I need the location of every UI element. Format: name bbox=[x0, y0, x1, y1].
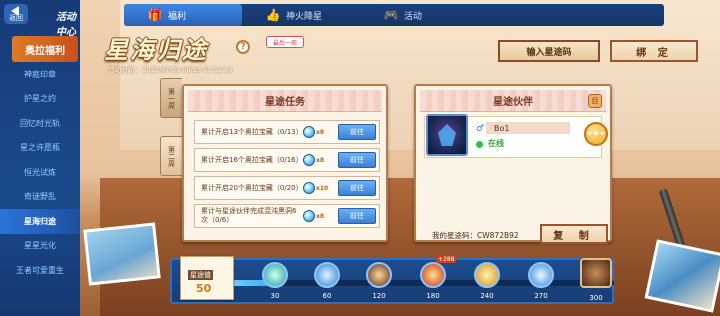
sidebar-item-6[interactable]: 奇谜野乱 bbox=[0, 185, 80, 210]
tab-welfare-label: 福利 bbox=[168, 11, 187, 22]
task-go-button[interactable]: 前往 bbox=[338, 152, 376, 168]
milestone-label: 120 bbox=[372, 292, 386, 300]
milestone-label: 240 bbox=[480, 292, 494, 300]
tab-activity[interactable]: 🎮 活动 bbox=[360, 4, 478, 26]
sidebar-item-star-sea[interactable]: 星海归途 bbox=[0, 209, 80, 234]
milestone-label: 270 bbox=[534, 292, 548, 300]
online-status-icon bbox=[476, 141, 483, 148]
milestone-label: 180 bbox=[426, 292, 440, 300]
partner-avatar bbox=[426, 114, 468, 156]
my-star-code-value: CW872B92 bbox=[477, 231, 519, 240]
task-go-button[interactable]: 前往 bbox=[338, 180, 376, 196]
my-star-code: 我的星途码：CW872B92 bbox=[432, 230, 519, 241]
gamepad-icon: 🎮 bbox=[383, 8, 399, 22]
mission-panel-title: 星途任务 bbox=[188, 90, 382, 112]
task-row: 累计开启13个奥拉宝藏（0/13） x8 前往 bbox=[194, 120, 380, 144]
sidebar-item-4[interactable]: 星之许愿瓶 bbox=[0, 136, 80, 161]
sidebar-item-1[interactable]: 神庭印章 bbox=[0, 62, 80, 87]
star-gem-icon bbox=[303, 210, 315, 222]
tab-welfare[interactable]: 🎁 福利 bbox=[124, 4, 242, 26]
task-text: 累计开启20个奥拉宝藏（0/20） bbox=[201, 183, 303, 192]
task-reward-count: x8 bbox=[316, 212, 325, 220]
activity-center-title: 活动中心 bbox=[56, 12, 76, 38]
week-1-tab[interactable]: 第一周 bbox=[160, 78, 182, 118]
reward-120-icon[interactable] bbox=[366, 262, 392, 288]
back-button[interactable]: 返回 bbox=[4, 4, 28, 24]
back-arrow-icon bbox=[11, 6, 19, 16]
activity-time-label: 活动时间： bbox=[108, 66, 141, 74]
progress-value: 50 bbox=[196, 282, 212, 295]
reward-60-icon[interactable] bbox=[314, 262, 340, 288]
task-reward-count: x8 bbox=[316, 128, 325, 136]
bonus-badge: +288 bbox=[436, 256, 457, 263]
copy-button[interactable]: 复 制 bbox=[540, 224, 608, 244]
sidebar-list: 奥拉福利 神庭印章 护星之约 回忆时光轨 星之许愿瓶 恒光试炼 奇谜野乱 星海归… bbox=[0, 36, 80, 283]
reward-300-icon[interactable] bbox=[580, 258, 612, 288]
milestone-label: 60 bbox=[322, 292, 332, 300]
task-row: 累计开启16个奥拉宝藏（0/16） x8 前往 bbox=[194, 148, 380, 172]
star-gem-icon bbox=[303, 182, 315, 194]
week-2-tab[interactable]: 第二周 bbox=[160, 136, 182, 176]
task-go-button[interactable]: 前往 bbox=[338, 124, 376, 140]
input-code-button[interactable]: 输入星途码 bbox=[498, 40, 600, 62]
sidebar-item-9[interactable]: 王者可爱重生 bbox=[0, 258, 80, 283]
record-book-icon[interactable]: 目 bbox=[588, 94, 602, 108]
reward-180-icon[interactable] bbox=[420, 262, 446, 288]
landscape-photo-decoration bbox=[83, 222, 161, 286]
task-row: 累计与星途伙伴完成混沌黑洞6次（0/6） x8 前往 bbox=[194, 204, 380, 228]
task-text: 累计开启16个奥拉宝藏（0/16） bbox=[201, 155, 303, 164]
task-go-button[interactable]: 前往 bbox=[338, 208, 376, 224]
my-star-code-label: 我的星途码： bbox=[432, 231, 477, 240]
reward-30-icon[interactable] bbox=[262, 262, 288, 288]
task-text: 累计开启13个奥拉宝藏（0/13） bbox=[201, 127, 303, 136]
progress-label: 星途值 bbox=[188, 270, 213, 280]
bind-button[interactable]: 绑 定 bbox=[610, 40, 698, 62]
sidebar-item-3[interactable]: 回忆时光轨 bbox=[0, 111, 80, 136]
partner-status: 在线 bbox=[488, 139, 504, 148]
task-text: 累计与星途伙伴完成混沌黑洞6次（0/6） bbox=[201, 207, 297, 224]
partner-panel-title: 星途伙伴 bbox=[420, 90, 606, 112]
gift-icon: 🎁 bbox=[147, 8, 163, 22]
chat-button[interactable]: ••• bbox=[584, 122, 608, 146]
task-row: 累计开启20个奥拉宝藏（0/20） x10 前往 bbox=[194, 176, 380, 200]
reward-270-icon[interactable] bbox=[528, 262, 554, 288]
partner-panel: 星途伙伴 ♂ Bo1 在线 ••• bbox=[414, 84, 612, 242]
activity-time-value: 2025/07/03-08/28 05:59:59 bbox=[142, 66, 233, 74]
activity-time: 活动时间： 2025/07/03-08/28 05:59:59 bbox=[108, 64, 232, 74]
task-reward-count: x10 bbox=[316, 184, 329, 192]
star-gem-icon bbox=[303, 126, 315, 138]
milestone-label: 300 bbox=[589, 294, 603, 302]
reward-240-icon[interactable] bbox=[474, 262, 500, 288]
top-tab-bar: 🎁 福利 👍 神火降星 🎮 活动 bbox=[124, 4, 664, 26]
milestone-label: 30 bbox=[270, 292, 280, 300]
tab-divine-fire-label: 神火降星 bbox=[286, 11, 323, 22]
sidebar-item-8[interactable]: 星星光化 bbox=[0, 234, 80, 259]
tab-activity-label: 活动 bbox=[404, 11, 423, 22]
page-title: 星海归途 bbox=[104, 36, 208, 64]
tab-divine-fire[interactable]: 👍 神火降星 bbox=[242, 4, 360, 26]
sidebar: 返回 活动中心 奥拉福利 神庭印章 护星之约 回忆时光轨 星之许愿瓶 恒光试炼 … bbox=[0, 0, 80, 316]
sidebar-item-aola-welfare[interactable]: 奥拉福利 bbox=[12, 36, 78, 62]
last-week-badge: 最后一周 bbox=[266, 36, 305, 48]
male-icon: ♂ bbox=[476, 124, 485, 134]
thumbs-up-icon: 👍 bbox=[265, 8, 281, 22]
sidebar-item-5[interactable]: 恒光试炼 bbox=[0, 160, 80, 185]
sidebar-item-2[interactable]: 护星之约 bbox=[0, 87, 80, 112]
mission-panel: 星途任务 累计开启13个奥拉宝藏（0/13） x8 前往 累计开启16个奥拉宝藏… bbox=[182, 84, 388, 242]
task-reward-count: x8 bbox=[316, 156, 325, 164]
help-icon[interactable]: ? bbox=[236, 40, 250, 54]
star-gem-icon bbox=[303, 154, 315, 166]
partner-name: Bo1 bbox=[486, 122, 570, 134]
